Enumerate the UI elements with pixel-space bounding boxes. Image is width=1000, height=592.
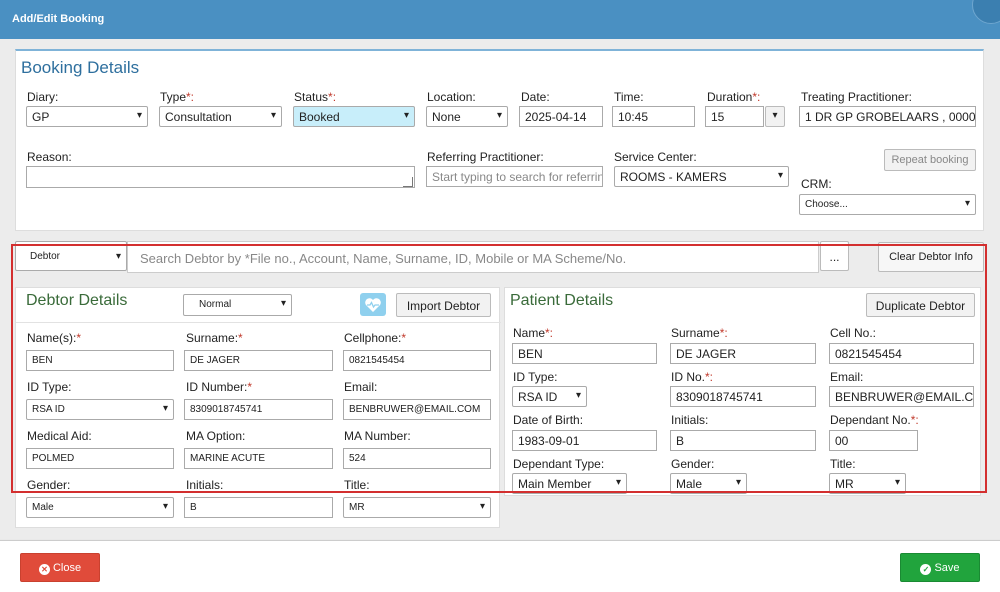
- duration-input[interactable]: 15: [705, 106, 764, 127]
- circle-x-icon: ✕: [38, 564, 50, 575]
- referring-practitioner-label: Referring Practitioner:: [427, 150, 544, 164]
- chevron-down-icon: ▾: [777, 170, 783, 181]
- booking-details-panel: Booking Details Diary: GP ▾ Type*: Consul…: [15, 49, 984, 231]
- booking-details-title: Booking Details: [21, 58, 140, 77]
- chevron-down-icon: ▾: [772, 110, 778, 121]
- service-center-label: Service Center:: [614, 150, 697, 164]
- chevron-down-icon: ▾: [496, 110, 502, 121]
- reason-textarea[interactable]: [26, 166, 415, 188]
- time-input[interactable]: 10:45: [612, 106, 695, 127]
- debtor-title-select[interactable]: MR ▾: [343, 497, 491, 518]
- textarea-resize-icon[interactable]: [403, 177, 413, 187]
- status-select[interactable]: Booked ▾: [293, 106, 415, 127]
- duration-label: Duration*:: [707, 90, 761, 104]
- treating-practitioner-label: Treating Practitioner:: [801, 90, 912, 104]
- debtor-initials-input[interactable]: B: [184, 497, 333, 518]
- chevron-down-icon: ▾: [270, 110, 276, 121]
- date-input[interactable]: 2025-04-14: [519, 106, 603, 127]
- chevron-down-icon: ▾: [479, 501, 485, 512]
- location-select[interactable]: None ▾: [426, 106, 508, 127]
- repeat-booking-button[interactable]: Repeat booking: [884, 149, 976, 171]
- reason-label: Reason:: [27, 150, 72, 164]
- crm-select[interactable]: Choose... ▾: [799, 194, 976, 215]
- check-circle-icon: ✓: [920, 564, 932, 575]
- duration-dropdown-button[interactable]: ▾: [765, 106, 785, 127]
- type-select[interactable]: Consultation ▾: [159, 106, 282, 127]
- time-label: Time:: [614, 90, 644, 104]
- modal-header: Add/Edit Booking: [0, 0, 1000, 39]
- chevron-down-icon: ▾: [162, 501, 168, 512]
- crm-label: CRM:: [801, 177, 832, 191]
- service-center-select[interactable]: ROOMS - KAMERS ▾: [614, 166, 789, 187]
- chevron-down-icon: ▾: [964, 198, 970, 209]
- referring-practitioner-input[interactable]: Start typing to search for referrin: [426, 166, 603, 187]
- treating-practitioner-input[interactable]: 1 DR GP GROBELAARS , 0000: [799, 106, 976, 127]
- debtor-gender-select[interactable]: Male ▾: [26, 497, 174, 518]
- chevron-down-icon: ▾: [136, 110, 142, 121]
- date-label: Date:: [521, 90, 550, 104]
- highlight-frame: [11, 244, 987, 493]
- close-button[interactable]: ✕ Close: [20, 553, 100, 582]
- modal-title: Add/Edit Booking: [12, 13, 105, 25]
- location-label: Location:: [427, 90, 476, 104]
- diary-label: Diary:: [27, 90, 59, 104]
- type-label: Type*:: [160, 90, 195, 104]
- diary-select[interactable]: GP ▾: [26, 106, 148, 127]
- chevron-down-icon: ▾: [403, 110, 409, 121]
- modal-footer: ✕ Close ✓ Save: [0, 540, 1000, 592]
- save-button[interactable]: ✓ Save: [900, 553, 980, 582]
- status-label: Status*:: [294, 90, 337, 104]
